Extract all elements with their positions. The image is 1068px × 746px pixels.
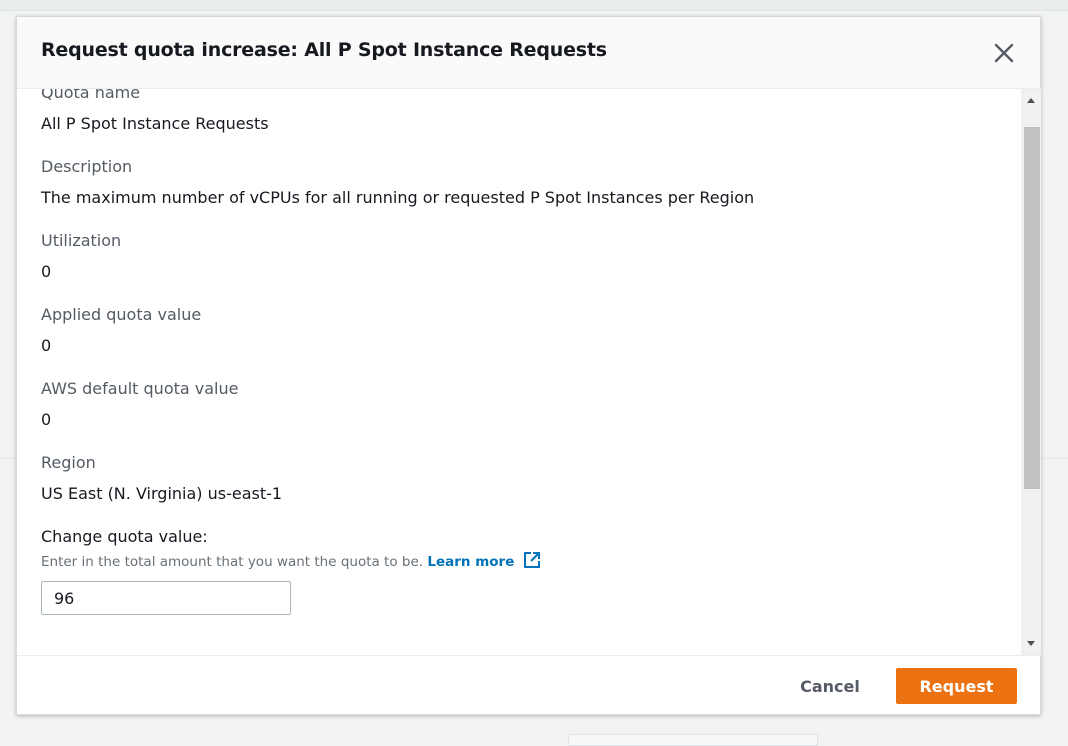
field-label: Applied quota value (41, 305, 202, 324)
change-quota-section: Change quota value: Enter in the total a… (41, 526, 1001, 615)
change-quota-help: Enter in the total amount that you want … (41, 551, 1001, 571)
field-label: Description (41, 157, 133, 176)
cancel-button[interactable]: Cancel (787, 668, 873, 704)
scroll-up-arrow-icon (1027, 98, 1035, 103)
field-value: 0 (41, 336, 52, 355)
scroll-down-button[interactable] (1021, 633, 1041, 655)
field-label: Region (41, 453, 96, 472)
field-description: Description The maximum number of vCPUs … (41, 156, 1001, 209)
field-applied-quota: Applied quota value 0 (41, 304, 1001, 357)
field-value: 0 (41, 410, 52, 429)
field-label: AWS default quota value (41, 379, 239, 398)
field-value: US East (N. Virginia) us-east-1 (41, 484, 283, 503)
field-default-quota: AWS default quota value 0 (41, 378, 1001, 431)
field-quota-name: Quota name All P Spot Instance Requests (41, 89, 1001, 135)
modal-footer: Cancel Request (17, 655, 1040, 714)
modal-body: Quota name All P Spot Instance Requests … (17, 89, 1022, 655)
learn-more-link[interactable]: Learn more (427, 552, 541, 570)
learn-more-label: Learn more (427, 554, 515, 570)
scroll-up-button[interactable] (1021, 89, 1041, 111)
background-input (568, 734, 818, 746)
field-label: Quota name (41, 89, 141, 102)
external-link-icon (524, 552, 541, 568)
field-region: Region US East (N. Virginia) us-east-1 (41, 452, 1001, 505)
modal-scrollbar[interactable] (1021, 89, 1041, 655)
scroll-down-arrow-icon (1027, 641, 1035, 646)
modal-header: Request quota increase: All P Spot Insta… (17, 17, 1040, 89)
help-text: Enter in the total amount that you want … (41, 554, 424, 570)
quota-details: Quota name All P Spot Instance Requests … (41, 89, 1001, 615)
close-icon (994, 43, 1014, 63)
background-topbar (0, 0, 1068, 11)
quota-value-input[interactable] (41, 581, 291, 615)
modal-title: Request quota increase: All P Spot Insta… (41, 39, 607, 61)
close-button[interactable] (992, 41, 1016, 65)
field-utilization: Utilization 0 (41, 230, 1001, 283)
field-label: Utilization (41, 231, 122, 250)
change-quota-label: Change quota value: (41, 527, 208, 546)
field-value: All P Spot Instance Requests (41, 114, 269, 133)
scroll-thumb[interactable] (1024, 127, 1040, 489)
request-quota-modal: Request quota increase: All P Spot Insta… (16, 16, 1041, 715)
field-value: 0 (41, 262, 52, 281)
field-value: The maximum number of vCPUs for all runn… (41, 188, 755, 207)
request-button[interactable]: Request (896, 668, 1017, 704)
